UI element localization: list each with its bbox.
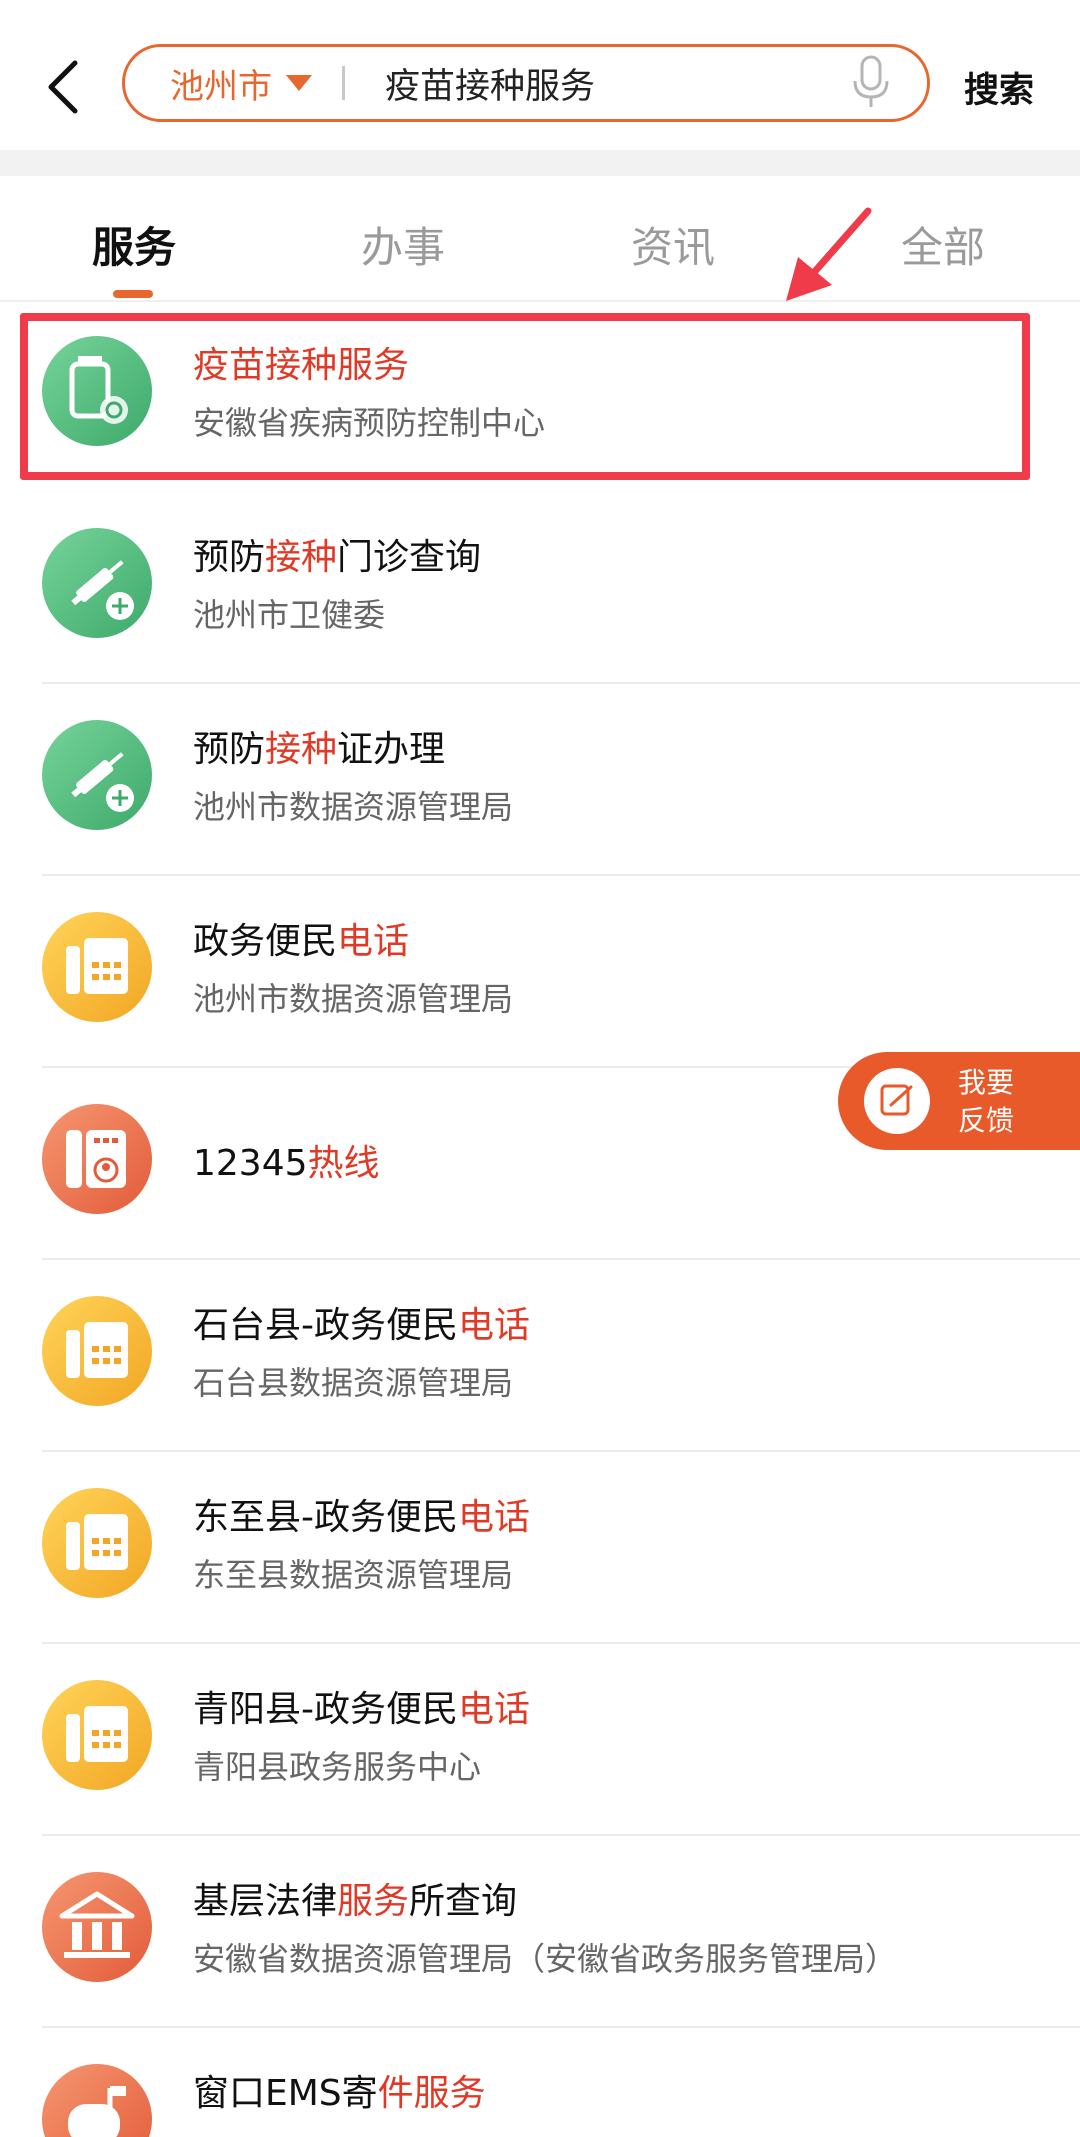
title-text: 12345 (193, 1143, 308, 1184)
annotation-arrow-icon (786, 207, 872, 301)
list-item[interactable]: 预防接种门诊查询 池州市卫健委 (0, 492, 1080, 684)
fax-phone-icon (42, 912, 152, 1022)
list-item[interactable]: 青阳县-政务便民电话 青阳县政务服务中心 (0, 1644, 1080, 1836)
list-item[interactable]: 东至县-政务便民电话 东至县数据资源管理局 (0, 1452, 1080, 1644)
list-item[interactable]: 窗口EMS寄件服务 (0, 2028, 1080, 2137)
microphone-icon (853, 55, 889, 107)
title-text: 门诊查询 (337, 537, 482, 578)
caret-down-icon (286, 75, 312, 91)
tab-affairs[interactable]: 办事 (303, 214, 503, 275)
item-title: 基层法律服务所查询 (193, 1872, 517, 1924)
chevron-left-icon (48, 60, 78, 114)
item-subtitle: 东至县数据资源管理局 (193, 1556, 514, 1594)
item-subtitle: 池州市卫健委 (193, 596, 386, 634)
title-text: 政务便民 (193, 921, 338, 962)
title-text: 石台县-政务便民 (193, 1305, 458, 1346)
title-text: 预防 (193, 537, 266, 578)
result-tabs: 服务 办事 资讯 全部 (0, 176, 1080, 302)
title-text: 窗口EMS寄 (193, 2073, 378, 2114)
list-item[interactable]: 预防接种证办理 池州市数据资源管理局 (0, 684, 1080, 876)
fax-phone-icon (42, 1488, 152, 1598)
title-text: 预防 (193, 729, 266, 770)
item-subtitle: 池州市数据资源管理局 (193, 788, 514, 826)
title-text: 基层法律 (193, 1881, 338, 1922)
item-title: 青阳县-政务便民电话 (193, 1680, 530, 1732)
hotline-phone-icon (42, 1104, 152, 1214)
fax-phone-icon (42, 1680, 152, 1790)
item-title: 12345热线 (193, 1134, 380, 1186)
title-highlight: 服务 (337, 1881, 410, 1922)
item-title: 石台县-政务便民电话 (193, 1296, 530, 1348)
search-input[interactable]: 疫苗接种服务 (385, 58, 849, 109)
title-text: 东至县-政务便民 (193, 1497, 458, 1538)
item-subtitle: 安徽省数据资源管理局（安徽省政务服务管理局） (193, 1940, 898, 1978)
search-divider (342, 66, 345, 100)
item-title: 预防接种门诊查询 (193, 528, 481, 580)
feedback-button[interactable]: 我要 反馈 (838, 1052, 1080, 1150)
microphone-button[interactable] (849, 54, 893, 112)
title-highlight: 接种 (265, 537, 338, 578)
search-box[interactable]: 池州市 疫苗接种服务 (122, 44, 930, 122)
title-highlight: 电话 (337, 921, 410, 962)
item-subtitle: 池州市数据资源管理局 (193, 980, 514, 1018)
search-button[interactable]: 搜索 (964, 62, 1034, 113)
mailbox-icon (42, 2064, 152, 2137)
feedback-line2: 反馈 (958, 1104, 1015, 1137)
title-highlight: 件服务 (377, 2073, 486, 2114)
item-subtitle: 石台县数据资源管理局 (193, 1364, 514, 1402)
active-tab-indicator (113, 290, 153, 298)
fax-phone-icon (42, 1296, 152, 1406)
title-highlight: 接种 (265, 729, 338, 770)
title-text: 证办理 (337, 729, 446, 770)
syringe-icon (42, 720, 152, 830)
feedback-line1: 我要 (958, 1066, 1015, 1099)
item-title: 东至县-政务便民电话 (193, 1488, 530, 1540)
item-title: 预防接种证办理 (193, 720, 445, 772)
item-title: 窗口EMS寄件服务 (193, 2064, 486, 2116)
item-subtitle: 青阳县政务服务中心 (193, 1748, 482, 1786)
title-highlight: 电话 (458, 1497, 531, 1538)
edit-note-icon (864, 1068, 930, 1134)
title-highlight: 电话 (458, 1689, 531, 1730)
tab-news[interactable]: 资讯 (573, 214, 773, 275)
title-text: 所查询 (409, 1881, 518, 1922)
city-label: 池州市 (170, 66, 272, 107)
annotation-highlight-box (20, 313, 1030, 480)
city-selector[interactable]: 池州市 (170, 59, 312, 108)
title-highlight: 电话 (458, 1305, 531, 1346)
item-title: 政务便民电话 (193, 912, 409, 964)
courthouse-icon (42, 1872, 152, 1982)
title-highlight: 热线 (307, 1143, 380, 1184)
list-item[interactable]: 石台县-政务便民电话 石台县数据资源管理局 (0, 1260, 1080, 1452)
syringe-icon (42, 528, 152, 638)
list-item[interactable]: 政务便民电话 池州市数据资源管理局 (0, 876, 1080, 1068)
back-button[interactable] (38, 54, 88, 120)
search-header: 池州市 疫苗接种服务 搜索 (0, 0, 1080, 150)
title-text: 青阳县-政务便民 (193, 1689, 458, 1730)
feedback-label: 我要 反馈 (958, 1064, 1014, 1140)
list-item[interactable]: 基层法律服务所查询 安徽省数据资源管理局（安徽省政务服务管理局） (0, 1836, 1080, 2028)
tab-services[interactable]: 服务 (34, 214, 234, 275)
header-gap (0, 150, 1080, 176)
